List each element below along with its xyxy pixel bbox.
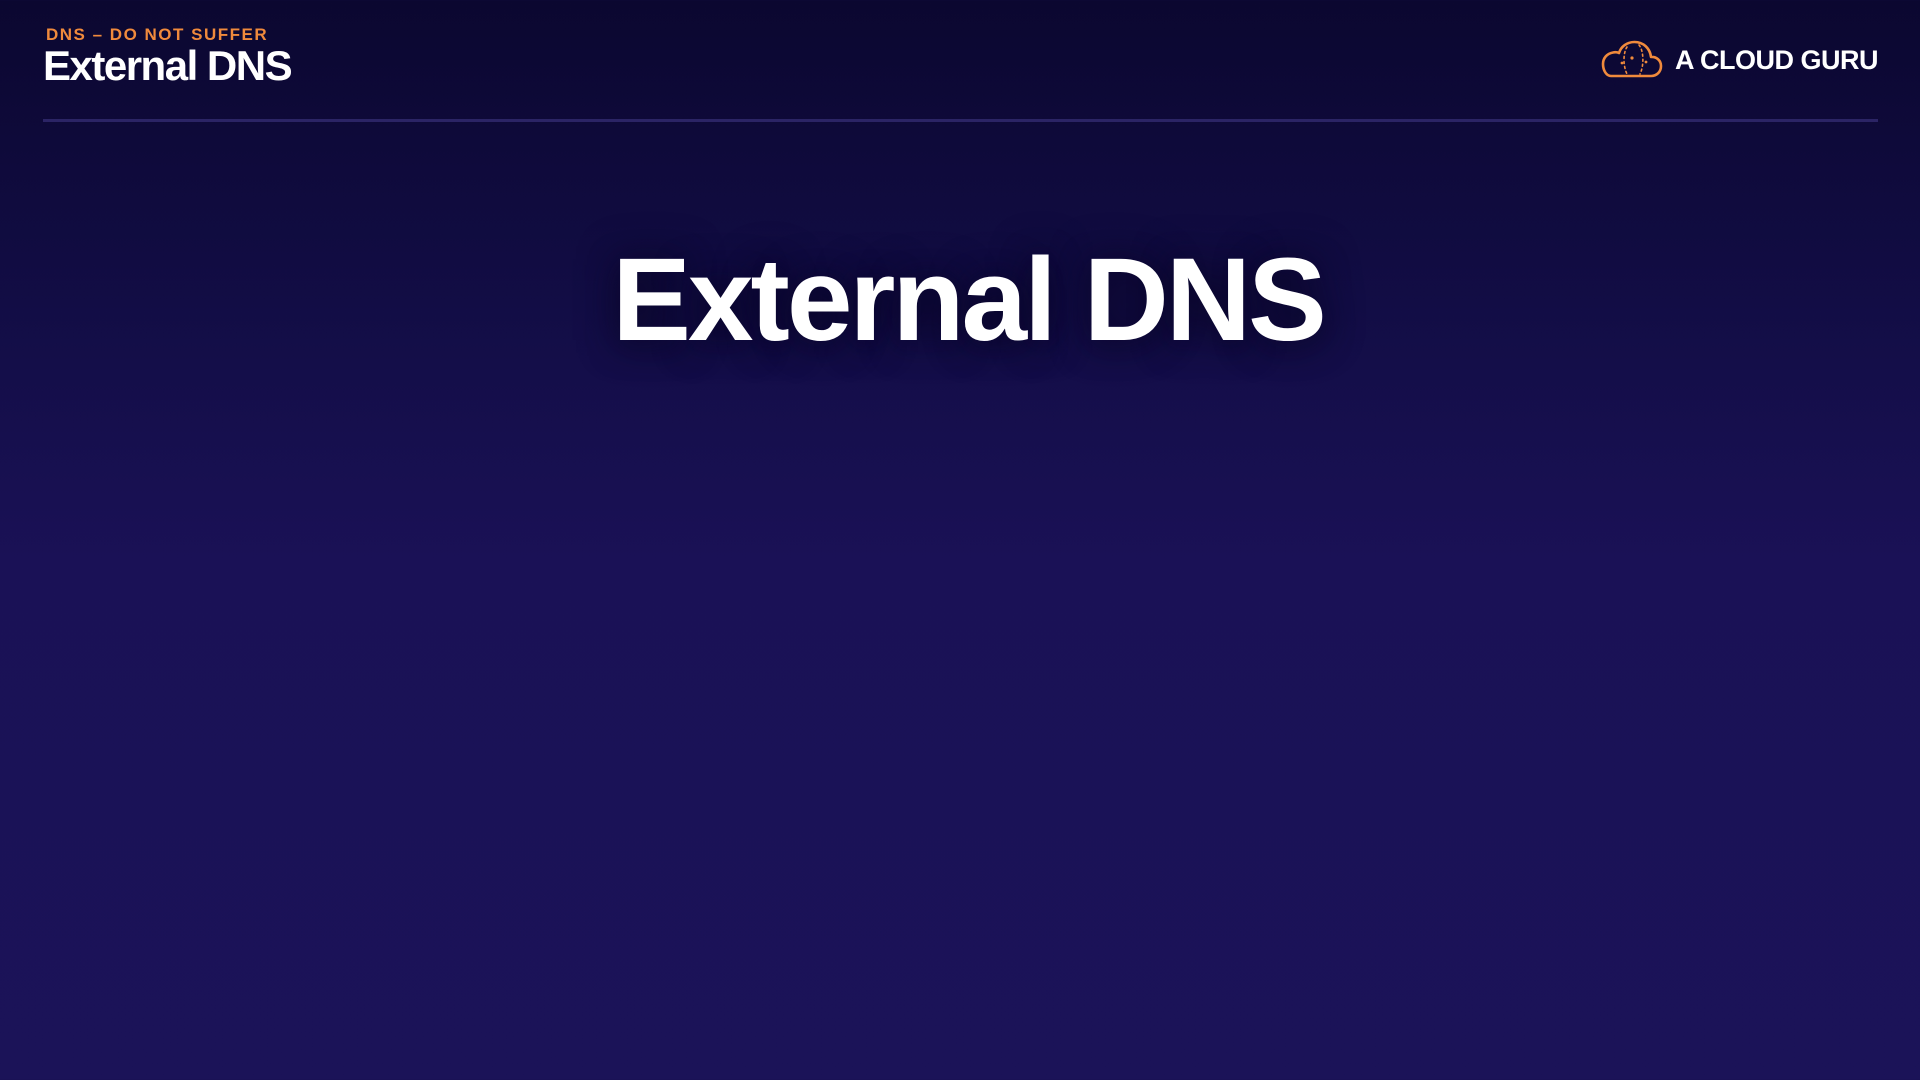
- header-divider: [43, 119, 1878, 122]
- slide-header: DNS – DO NOT SUFFER External DNS A CLOUD…: [0, 0, 1920, 122]
- cloud-icon: [1601, 40, 1663, 78]
- brand-name: A CLOUD GURU: [1675, 44, 1879, 75]
- header-title: External DNS: [43, 42, 293, 89]
- brand-logo-group: A CLOUD GURU: [1599, 38, 1879, 82]
- slide-title: External DNS: [612, 234, 1327, 366]
